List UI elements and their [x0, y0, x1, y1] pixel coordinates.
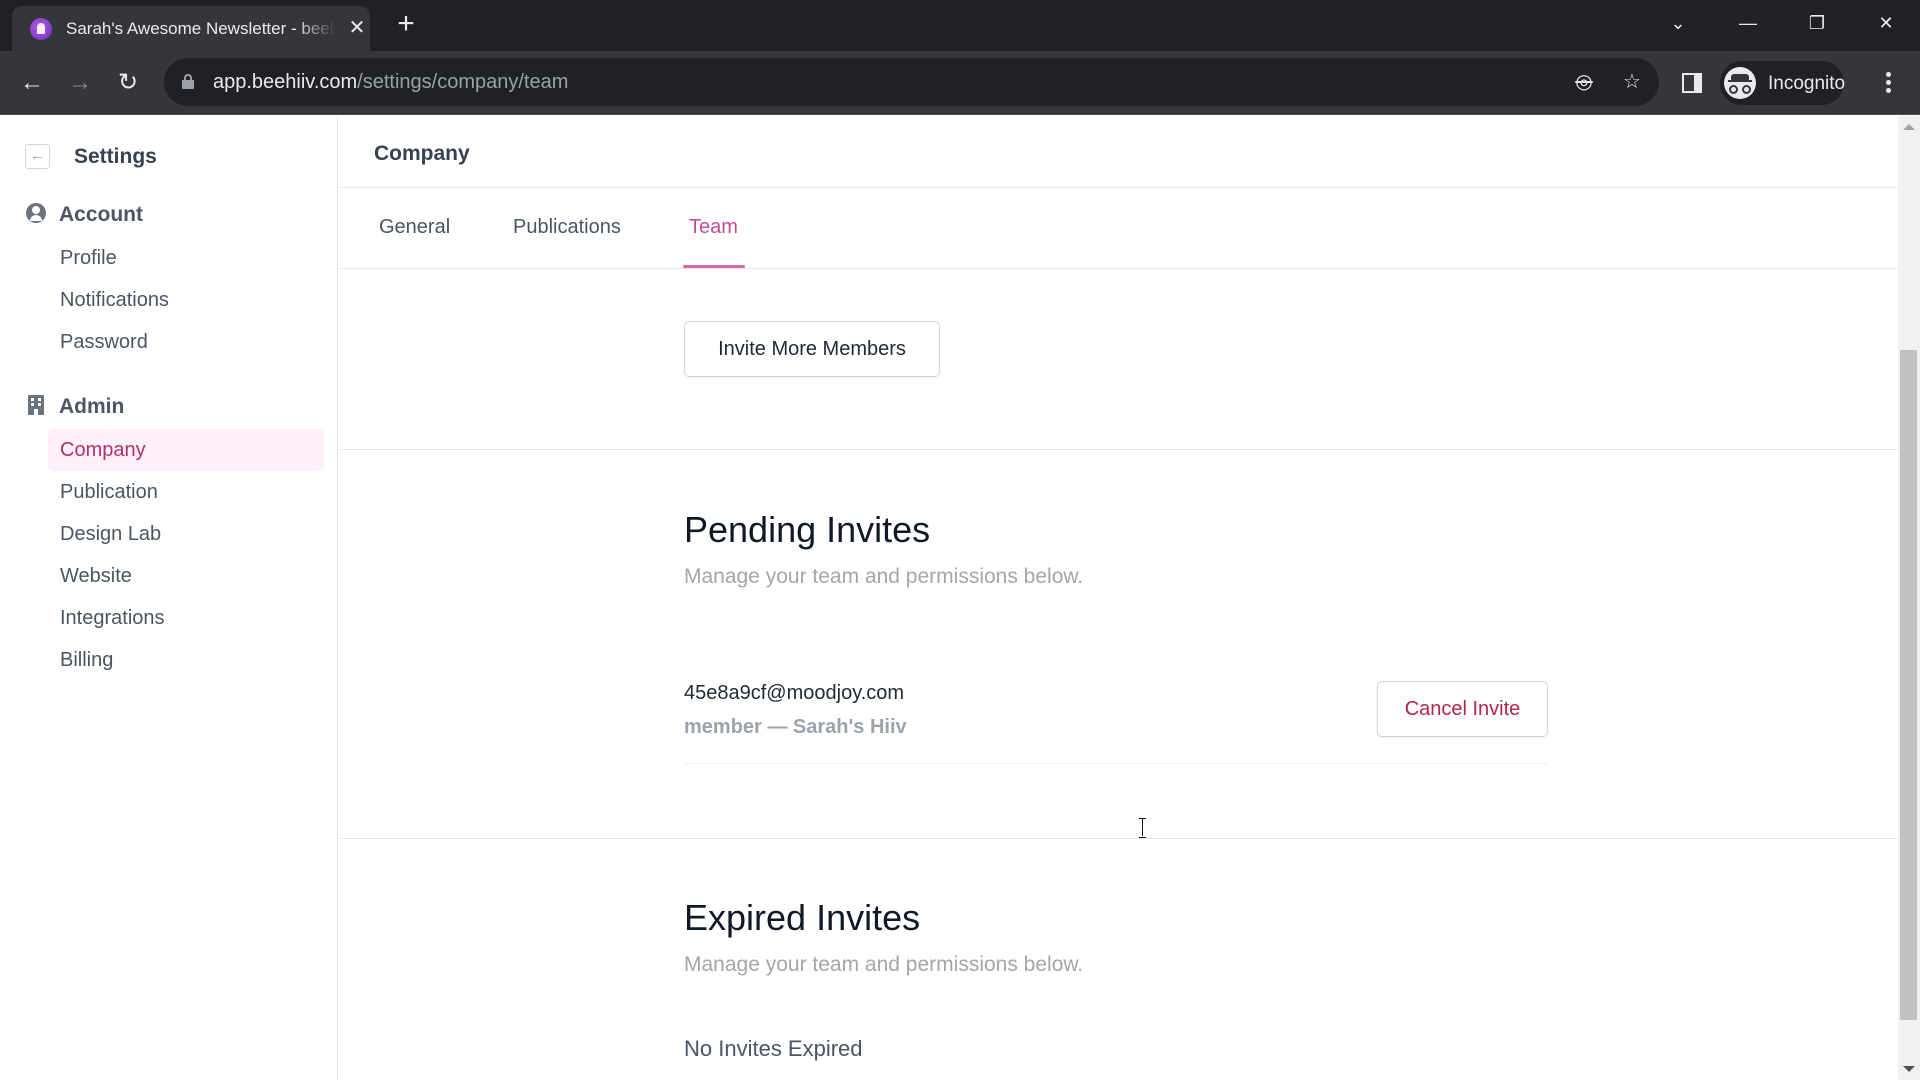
invite-email: 45e8a9cf@moodjoy.com — [684, 682, 905, 704]
sidebar-item-password[interactable]: Password — [48, 321, 324, 363]
tab-team[interactable]: Team — [689, 216, 738, 239]
lock-icon[interactable] — [182, 74, 194, 89]
incognito-profile-button[interactable]: Incognito — [1720, 61, 1846, 105]
back-arrow-icon[interactable]: ← — [25, 144, 50, 169]
text-cursor-icon — [1139, 818, 1147, 838]
scroll-up-arrow-icon[interactable] — [1903, 124, 1915, 130]
pending-invites-heading: Pending Invites — [684, 509, 931, 550]
minimize-button[interactable]: — — [1728, 8, 1768, 38]
close-tab-icon[interactable]: ✕ — [345, 16, 369, 40]
page-header: Company — [339, 116, 1898, 188]
address-bar[interactable]: app.beehiiv.com/settings/company/team ◎ … — [164, 58, 1659, 106]
cancel-invite-button[interactable]: Cancel Invite — [1377, 681, 1548, 737]
main-panel: Company General Publications Team Invite… — [339, 116, 1898, 1080]
scroll-down-arrow-icon[interactable] — [1903, 1066, 1915, 1072]
sidebar-item-billing[interactable]: Billing — [48, 639, 324, 681]
tab-title: Sarah's Awesome Newsletter - beehiiv — [66, 19, 336, 38]
sidebar-item-profile[interactable]: Profile — [48, 237, 324, 279]
scrollbar-thumb[interactable] — [1900, 350, 1917, 1020]
sidebar-title: Settings — [74, 145, 157, 168]
tab-general[interactable]: General — [379, 216, 450, 239]
browser-tab[interactable]: Sarah's Awesome Newsletter - beehiiv ✕ — [12, 6, 370, 51]
section-divider — [339, 838, 1898, 839]
back-icon[interactable]: ← — [16, 67, 48, 99]
reload-icon[interactable]: ↻ — [112, 67, 144, 99]
expired-invites-heading: Expired Invites — [684, 897, 921, 938]
url-text[interactable]: app.beehiiv.com/settings/company/team — [213, 71, 568, 94]
sidebar-group-account: Account — [26, 203, 143, 227]
user-circle-icon — [26, 203, 46, 223]
sidebar-item-notifications[interactable]: Notifications — [48, 279, 324, 321]
tab-search-icon[interactable]: ⌄ — [1658, 8, 1698, 38]
restore-button[interactable]: ❐ — [1797, 8, 1837, 38]
page-title: Company — [374, 142, 470, 165]
side-panel-icon[interactable] — [1682, 73, 1702, 93]
window-close-button[interactable]: ✕ — [1866, 8, 1906, 38]
beehiiv-favicon-icon — [30, 18, 52, 40]
settings-sidebar: ← Settings Account Profile Notifications… — [0, 116, 338, 1080]
bookmark-star-icon[interactable]: ☆ — [1620, 70, 1644, 94]
forward-icon[interactable]: → — [64, 67, 96, 99]
incognito-icon — [1724, 67, 1756, 99]
browser-toolbar: ← → ↻ app.beehiiv.com/settings/company/t… — [0, 51, 1920, 115]
expired-invites-subtitle: Manage your team and permissions below. — [684, 953, 1084, 976]
company-tabs: General Publications Team — [339, 188, 1898, 269]
tab-publications[interactable]: Publications — [513, 216, 621, 239]
invite-more-members-button[interactable]: Invite More Members — [684, 321, 940, 377]
invite-role: member — Sarah's Hiiv — [684, 716, 907, 738]
pending-invites-subtitle: Manage your team and permissions below. — [684, 565, 1084, 588]
tracking-protection-eye-off-icon[interactable]: ◎ — [1572, 70, 1596, 94]
app-content: ← Settings Account Profile Notifications… — [0, 116, 1920, 1080]
active-tab-indicator — [683, 265, 745, 268]
row-divider — [684, 763, 1548, 764]
section-divider — [339, 449, 1898, 450]
sidebar-item-design-lab[interactable]: Design Lab — [48, 513, 324, 555]
sidebar-item-company[interactable]: Company — [48, 429, 324, 471]
sidebar-item-integrations[interactable]: Integrations — [48, 597, 324, 639]
no-expired-invites-text: No Invites Expired — [684, 1036, 863, 1061]
incognito-label: Incognito — [1768, 73, 1846, 94]
building-icon — [28, 395, 44, 415]
page-scrollbar[interactable] — [1898, 116, 1920, 1080]
sidebar-item-website[interactable]: Website — [48, 555, 324, 597]
sidebar-item-publication[interactable]: Publication — [48, 471, 324, 513]
new-tab-button[interactable]: + — [393, 9, 419, 40]
sidebar-group-admin: Admin — [26, 395, 124, 419]
browser-tab-strip: Sarah's Awesome Newsletter - beehiiv ✕ +… — [0, 0, 1920, 51]
browser-menu-icon[interactable] — [1878, 67, 1898, 99]
